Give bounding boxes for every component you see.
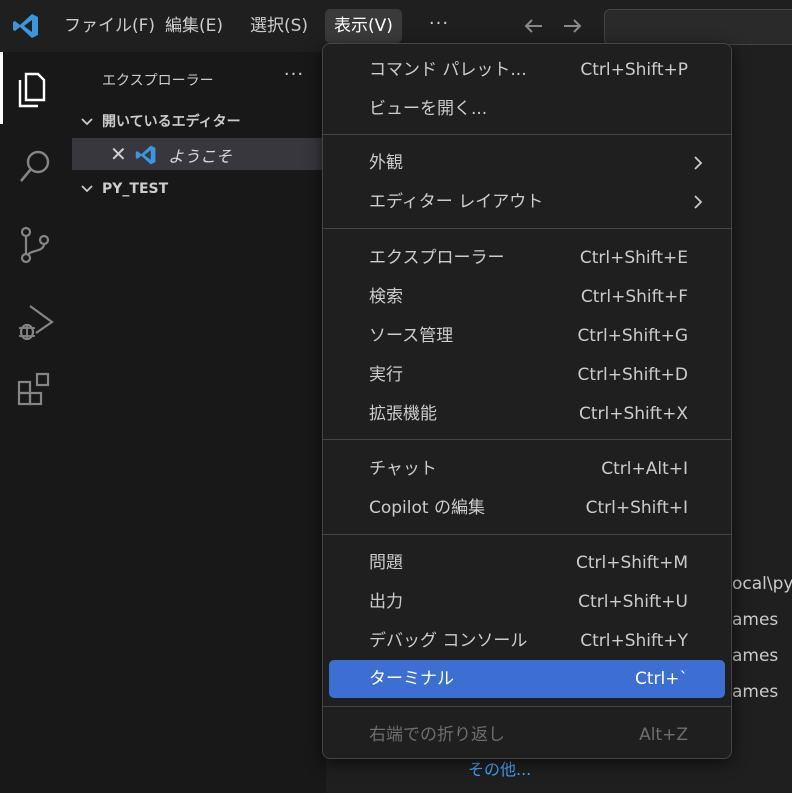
more-recent-link[interactable]: その他... (468, 756, 531, 780)
menu-item-editor-layout[interactable]: エディター レイアウト (329, 185, 725, 219)
menu-file[interactable]: ファイル(F) (55, 9, 164, 43)
menu-item-label: 拡張機能 (369, 404, 437, 424)
menu-item-shortcut: Ctrl+Shift+F (580, 287, 688, 307)
menu-item-label: ソース管理 (369, 326, 454, 346)
sidebar-title: エクスプローラー (102, 73, 214, 89)
search-activity[interactable] (0, 132, 72, 192)
folder-header[interactable]: PY_TEST (72, 176, 326, 202)
menu-item-shortcut: Ctrl+Alt+I (601, 459, 688, 479)
menu-item-source-control[interactable]: ソース管理 Ctrl+Shift+G (329, 319, 725, 353)
menu-item-open-view[interactable]: ビューを開く... (329, 92, 725, 126)
menu-item-debug-console[interactable]: デバッグ コンソール Ctrl+Shift+Y (329, 624, 725, 658)
recent-item-text: ames (732, 610, 779, 630)
menu-item-shortcut: Ctrl+Shift+I (585, 498, 688, 518)
extensions-icon (17, 372, 50, 406)
menu-item-problems[interactable]: 問題 Ctrl+Shift+M (329, 546, 725, 580)
view-menu-dropdown: コマンド パレット... Ctrl+Shift+P ビューを開く... 外観 エ… (322, 43, 732, 759)
menu-item-explorer[interactable]: エクスプローラー Ctrl+Shift+E (329, 241, 725, 275)
menu-item-label: デバッグ コンソール (369, 631, 528, 651)
menu-separator (323, 439, 731, 440)
activity-bar (0, 52, 72, 793)
menu-item-label: 出力 (369, 592, 403, 612)
menu-separator (323, 228, 731, 229)
menu-item-label: コマンド パレット... (369, 60, 527, 80)
close-icon[interactable]: ✕ (110, 143, 127, 165)
menu-item-chat[interactable]: チャット Ctrl+Alt+I (329, 452, 725, 486)
chevron-right-icon (694, 156, 703, 170)
menu-item-shortcut: Ctrl+Shift+P (580, 60, 688, 80)
menu-item-command-palette[interactable]: コマンド パレット... Ctrl+Shift+P (329, 53, 725, 87)
menu-item-shortcut: Ctrl+Shift+Y (580, 631, 688, 651)
menu-item-shortcut: Ctrl+Shift+G (577, 326, 688, 346)
menu-item-label: 問題 (369, 553, 403, 573)
explorer-activity[interactable] (0, 52, 72, 124)
menu-item-label: エクスプローラー (369, 248, 505, 268)
menu-item-search[interactable]: 検索 Ctrl+Shift+F (329, 280, 725, 314)
menu-edit[interactable]: 編集(E) (156, 9, 232, 43)
menu-item-shortcut: Ctrl+Shift+X (578, 404, 688, 424)
menu-item-label: 右端での折り返し (369, 725, 505, 745)
chevron-right-icon (694, 195, 703, 209)
search-icon (20, 150, 50, 182)
menu-item-shortcut: Alt+Z (639, 725, 688, 745)
menu-item-output[interactable]: 出力 Ctrl+Shift+U (329, 585, 725, 619)
back-arrow-icon[interactable] (520, 12, 548, 40)
menu-separator (323, 706, 731, 707)
menu-item-shortcut: Ctrl+Shift+D (577, 365, 688, 385)
run-debug-icon (19, 305, 54, 341)
menu-separator (323, 134, 731, 135)
extensions-activity[interactable] (0, 352, 72, 412)
files-icon (18, 72, 46, 108)
menu-item-word-wrap[interactable]: 右端での折り返し Alt+Z (329, 718, 725, 752)
menu-item-label: 実行 (369, 365, 403, 385)
run-debug-activity[interactable] (0, 288, 72, 348)
menu-item-label: チャット (369, 459, 437, 479)
menu-item-extensions[interactable]: 拡張機能 Ctrl+Shift+X (329, 397, 725, 431)
open-editors-label: 開いているエディター (102, 114, 241, 130)
recent-item-text: ames (732, 646, 779, 666)
folder-label: PY_TEST (102, 181, 169, 197)
menu-item-shortcut: Ctrl+Shift+E (579, 248, 688, 268)
explorer-sidebar: エクスプローラー ··· 開いているエディター ✕ ようこそ PY_TEST (72, 52, 326, 793)
menu-item-terminal[interactable]: ターミナル Ctrl+` (329, 660, 725, 698)
menu-selection[interactable]: 選択(S) (241, 9, 317, 43)
menu-item-label: 外観 (369, 153, 403, 173)
menu-view[interactable]: 表示(V) (325, 9, 402, 43)
vscode-logo-icon (13, 14, 38, 38)
menu-item-label: 検索 (369, 287, 403, 307)
menu-item-run[interactable]: 実行 Ctrl+Shift+D (329, 358, 725, 392)
menu-item-shortcut: Ctrl+Shift+M (575, 553, 688, 573)
menu-item-copilot-edits[interactable]: Copilot の編集 Ctrl+Shift+I (329, 491, 725, 525)
menu-item-shortcut: Ctrl+` (635, 669, 688, 689)
menu-item-shortcut: Ctrl+Shift+U (578, 592, 688, 612)
recent-item-text: ames (732, 682, 779, 702)
open-editors-header[interactable]: 開いているエディター (72, 109, 326, 135)
sidebar-more-icon[interactable]: ··· (280, 64, 308, 92)
recent-path-text: ocal\py (732, 574, 792, 594)
menu-separator (323, 534, 731, 535)
menu-item-label: ターミナル (369, 669, 454, 689)
more-menus-icon[interactable]: ··· (424, 9, 454, 43)
menu-item-appearance[interactable]: 外観 (329, 146, 725, 180)
menu-item-label: ビューを開く... (369, 99, 488, 119)
menu-item-label: Copilot の編集 (369, 498, 485, 518)
chevron-down-icon (81, 118, 93, 126)
vscode-file-icon (135, 145, 156, 165)
source-control-icon (20, 226, 50, 264)
source-control-activity[interactable] (0, 210, 72, 270)
forward-arrow-icon[interactable] (558, 12, 586, 40)
open-editor-item[interactable]: ✕ ようこそ (72, 138, 326, 170)
menu-item-label: エディター レイアウト (369, 192, 544, 212)
command-center-search[interactable] (604, 9, 792, 45)
open-editor-label: ようこそ (168, 147, 233, 166)
chevron-down-icon (81, 185, 93, 193)
